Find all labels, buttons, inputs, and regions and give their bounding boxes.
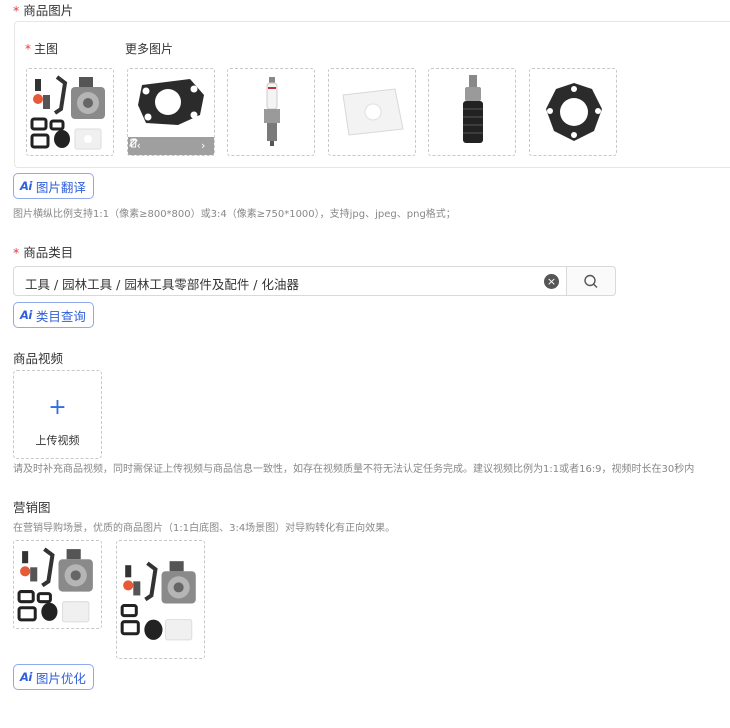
required-mark: *	[13, 3, 20, 18]
round-gasket-image	[546, 83, 602, 141]
upload-video-label: 上传视频	[35, 434, 80, 447]
carburetor-kit-image	[120, 561, 196, 641]
more-images-label: 更多图片	[125, 42, 174, 56]
upload-video-button[interactable]: + 上传视频	[13, 370, 102, 459]
carburetor-kit-image	[30, 75, 105, 150]
product-images-title: * 商品图片	[13, 3, 74, 18]
category-query-button[interactable]: Ai 类目查询	[13, 302, 94, 328]
gasket-image-thumb[interactable]: ‹ ›	[127, 68, 215, 156]
video-hint: 请及时补充商品视频，同时需保证上传视频与商品信息一致性，如存在视频质量不符无法认…	[13, 464, 695, 475]
ai-icon: Ai	[20, 179, 32, 193]
ai-icon: Ai	[20, 670, 32, 684]
air-filter-image-thumb[interactable]	[328, 68, 416, 156]
air-filter-image	[342, 88, 404, 136]
round-gasket-image-thumb[interactable]	[529, 68, 617, 156]
chevron-right-icon[interactable]: ›	[196, 137, 210, 155]
search-icon	[584, 274, 598, 288]
marketing-image-1-1[interactable]	[13, 540, 102, 629]
marketing-image-3-4[interactable]	[116, 540, 205, 659]
category-search-button[interactable]	[567, 266, 616, 296]
ai-icon: Ai	[20, 308, 32, 322]
plus-icon: +	[48, 395, 67, 420]
fuel-filter-image	[463, 75, 483, 143]
spark-plug-image	[264, 77, 280, 146]
image-ratio-hint: 图片横纵比例支持1:1（像素≥800*800）或3:4（像素≥750*1000）…	[13, 209, 456, 220]
spark-plug-image-thumb[interactable]	[227, 68, 315, 156]
product-image-panel: * 主图 更多图片 ‹ ›	[14, 21, 730, 168]
image-translate-button[interactable]: Ai 图片翻译	[13, 173, 94, 199]
main-image-label: * 主图	[25, 42, 59, 56]
main-image-thumb[interactable]	[26, 68, 114, 156]
clear-icon[interactable]: ×	[544, 274, 559, 289]
category-input[interactable]: 工具 / 园林工具 / 园林工具零部件及配件 / 化油器 ×	[13, 266, 567, 296]
video-title: 商品视频	[13, 351, 64, 366]
marketing-title: 营销图	[13, 500, 51, 515]
thumb-toolbar: ‹ ›	[128, 137, 214, 155]
marketing-hint: 在营销导购场景，优质的商品图片（1:1白底图、3:4场景图）对导购转化有正向效果…	[13, 523, 396, 534]
category-title: * 商品类目	[13, 245, 74, 260]
gasket-image	[138, 79, 204, 125]
image-optimize-button[interactable]: Ai 图片优化	[13, 664, 94, 690]
fuel-filter-image-thumb[interactable]	[428, 68, 516, 156]
carburetor-kit-image	[17, 547, 93, 623]
category-value: 工具 / 园林工具 / 园林工具零部件及配件 / 化油器	[25, 277, 299, 292]
